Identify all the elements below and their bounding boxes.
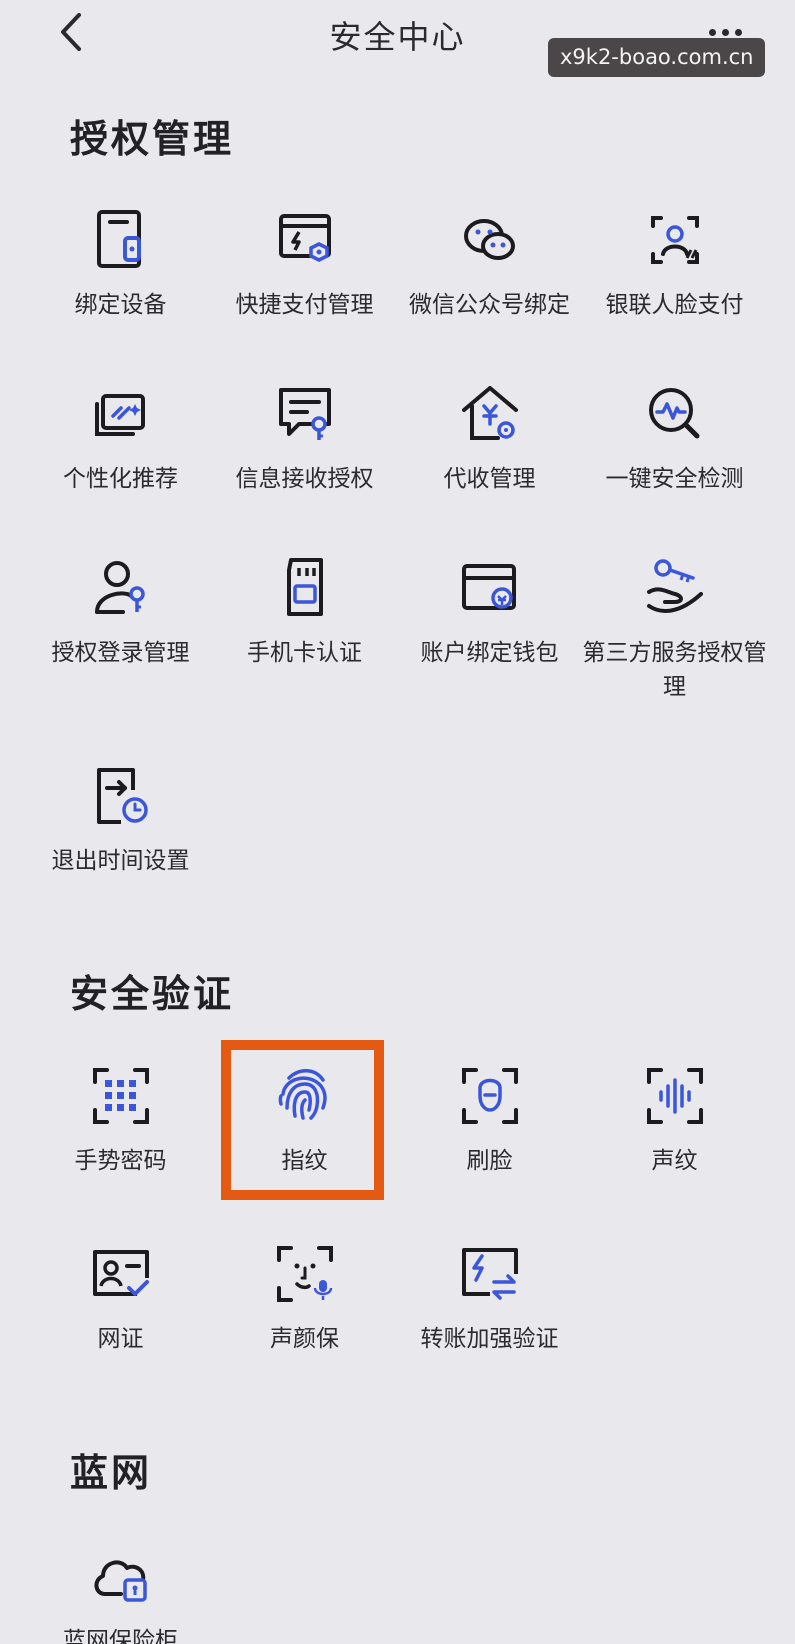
- logout-timer-icon: [96, 768, 148, 824]
- device-binding-icon: [96, 210, 141, 268]
- grid-item-label: 网证: [97, 1326, 144, 1352]
- grid-item-label: 声纹: [651, 1148, 698, 1174]
- highlight-frame: [221, 1040, 384, 1200]
- grid-item-label: 一键安全检测: [605, 466, 744, 492]
- grid-item-label: 绑定设备: [74, 292, 167, 318]
- wechat-icon: [463, 219, 515, 260]
- grid-item-label: 代收管理: [443, 466, 536, 492]
- grid-item-label: 退出时间设置: [51, 848, 190, 874]
- grid-item-label: 第三方服务授权管理: [582, 640, 767, 700]
- section-title-blue-net: 蓝网: [70, 1451, 153, 1495]
- face-voice-icon: [276, 1246, 333, 1302]
- section-title-verification: 安全验证: [70, 972, 235, 1016]
- quick-pay-icon: [278, 214, 331, 262]
- grid-item-label: 转账加强验证: [420, 1326, 559, 1352]
- message-auth-icon: [278, 388, 331, 440]
- gesture-password-icon: [92, 1068, 149, 1124]
- transfer-verify-icon: [461, 1248, 518, 1300]
- wallet-binding-icon: [461, 564, 516, 610]
- face-scan-icon: [461, 1068, 518, 1124]
- grid-item-label: 手机卡认证: [247, 640, 362, 666]
- id-card-icon: [92, 1250, 149, 1296]
- more-dots-icon: [708, 28, 716, 36]
- section-title-authorization: 授权管理: [70, 117, 235, 161]
- grid-item-label: 授权登录管理: [51, 640, 190, 666]
- voiceprint-icon: [646, 1068, 703, 1124]
- grid-item-label: 账户绑定钱包: [420, 640, 559, 666]
- grid-item-label: 银联人脸支付: [605, 292, 744, 318]
- grid-item-label: 声颜保: [270, 1326, 339, 1352]
- grid-item-label: 刷脸: [466, 1148, 513, 1174]
- third-party-key-icon: [646, 559, 703, 613]
- grid-item-label: 微信公众号绑定: [409, 292, 570, 318]
- login-auth-user-icon: [94, 561, 145, 614]
- sim-card-icon: [286, 558, 323, 616]
- grid-item-label: 手势密码: [74, 1148, 167, 1174]
- face-pay-icon: [650, 216, 699, 264]
- security-scan-icon: [648, 388, 699, 439]
- grid-item-label: 个性化推荐: [63, 466, 178, 492]
- grid-item-label: 蓝网保险柜: [63, 1628, 178, 1644]
- cloud-safe-icon: [94, 1560, 147, 1602]
- watermark: x9k2-boao.com.cn: [548, 38, 766, 77]
- grid-item-label: 快捷支付管理: [235, 292, 374, 318]
- collection-house-icon: [461, 386, 518, 440]
- personalized-recommend-icon: [94, 394, 145, 436]
- grid-item-label: 信息接收授权: [235, 466, 374, 492]
